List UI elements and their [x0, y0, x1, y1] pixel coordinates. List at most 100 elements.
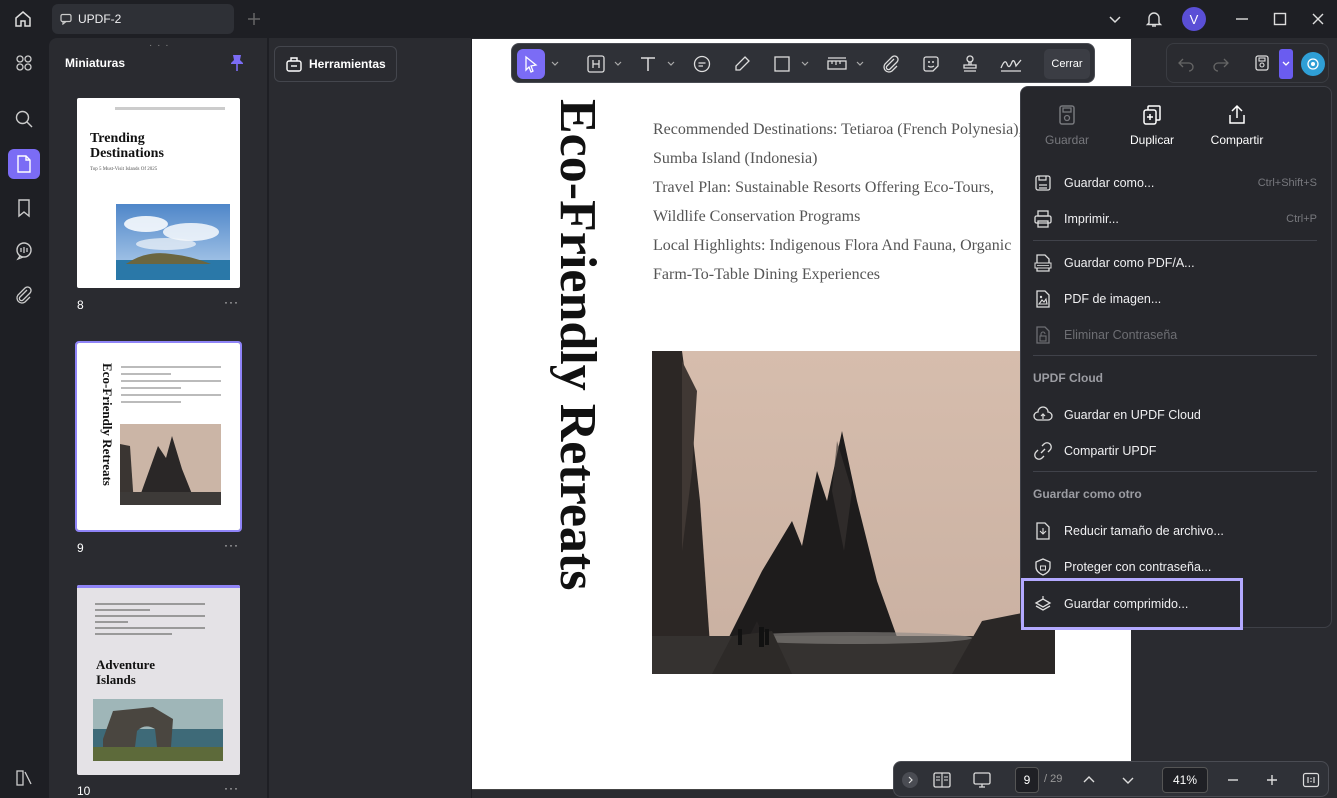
comment-icon: [693, 55, 711, 73]
shape-tool-button[interactable]: [770, 49, 794, 79]
rail-attachments-button[interactable]: [8, 280, 40, 310]
textbox-tool-button[interactable]: [584, 49, 608, 79]
tools-button[interactable]: Herramientas: [274, 46, 397, 82]
sticker-tool-button[interactable]: [919, 49, 943, 79]
new-tab-button[interactable]: [244, 9, 264, 29]
rail-organize-button[interactable]: [8, 48, 40, 78]
chevron-down-icon[interactable]: [855, 59, 865, 69]
thumb-subtitle: Top 5 Must-Visit Islands Of 2025: [90, 167, 158, 172]
menu-protect[interactable]: Proteger con contraseña...: [1033, 552, 1323, 582]
avatar[interactable]: V: [1182, 7, 1206, 31]
thumbnail-more-button[interactable]: ···: [224, 295, 239, 309]
menu-save-button[interactable]: Guardar: [1027, 97, 1107, 147]
undo-button[interactable]: [1177, 54, 1195, 72]
prev-page-button[interactable]: [1078, 768, 1100, 792]
highlight-tool-button[interactable]: [730, 49, 754, 79]
menu-duplicate-button[interactable]: Duplicar: [1112, 97, 1192, 147]
close-toolbar-button[interactable]: Cerrar: [1044, 49, 1090, 79]
chevron-down-icon[interactable]: [800, 59, 810, 69]
collapse-bar-button[interactable]: [902, 772, 918, 788]
attach-tool-button[interactable]: [879, 49, 903, 79]
rail-comments-button[interactable]: [8, 236, 40, 266]
panel-resize-handle[interactable]: · · ·: [149, 40, 170, 51]
edit-toolbar: Cerrar: [511, 43, 1095, 83]
stamp-tool-button[interactable]: [958, 49, 982, 79]
save-dropdown-button[interactable]: [1279, 49, 1293, 79]
tab-title: UPDF-2: [78, 12, 122, 26]
vertical-title-wrap: Eco-Friendly Retreats: [527, 99, 607, 679]
thumbnail-page-8[interactable]: Trending Destinations Top 5 Must-Visit I…: [77, 98, 240, 288]
save-options-button[interactable]: [1253, 54, 1271, 72]
menu-share-button[interactable]: Compartir: [1197, 97, 1277, 147]
printer-icon: [1034, 210, 1052, 228]
right-toolbar: [1166, 43, 1329, 83]
text-tool-button[interactable]: [636, 49, 660, 79]
menu-save-cloud[interactable]: Guardar en UPDF Cloud: [1033, 400, 1323, 430]
grid-icon: [16, 55, 32, 71]
menu-remove-password[interactable]: Eliminar Contraseña: [1033, 320, 1323, 350]
measure-tool-button[interactable]: [824, 49, 850, 79]
thumb-vertical-title-wrap: Eco-Friendly Retreats: [85, 363, 115, 513]
select-tool-button[interactable]: [517, 49, 545, 79]
rail-bookmarks-button[interactable]: [8, 193, 40, 223]
maximize-button[interactable]: [1268, 8, 1292, 30]
thumbnail-page-10[interactable]: Adventure Islands: [77, 585, 240, 775]
rail-thumbnails-button[interactable]: [8, 149, 40, 179]
menu-share-updf[interactable]: Compartir UPDF: [1033, 436, 1323, 466]
thumbnail-more-button[interactable]: ···: [224, 538, 239, 552]
zoom-level-input[interactable]: 41%: [1162, 767, 1208, 793]
menu-save-pdfa[interactable]: Guardar como PDF/A...: [1033, 248, 1323, 278]
menu-separator: [1033, 471, 1317, 472]
page-icon: [17, 155, 31, 173]
save-menu: Guardar Duplicar Compartir Guardar como.…: [1020, 86, 1332, 630]
thumb-top-accent: [77, 585, 240, 588]
document-tab[interactable]: UPDF-2: [52, 4, 234, 34]
thumbnail-page-number: 10: [77, 784, 91, 798]
comment-tool-button[interactable]: [690, 49, 714, 79]
pin-panel-button[interactable]: [229, 54, 245, 72]
menu-save-pdfa-label: Guardar como PDF/A...: [1064, 256, 1195, 270]
page-number-input[interactable]: 9: [1015, 767, 1039, 793]
thumbnail-page-9[interactable]: Eco-Friendly Retreats: [75, 341, 242, 532]
thumbnail-page-number: 9: [77, 541, 84, 555]
ai-assistant-icon: [1307, 58, 1319, 70]
cloud-upload-icon: [1033, 406, 1053, 421]
menu-save-as-shortcut: Ctrl+Shift+S: [1257, 177, 1317, 189]
actual-size-button[interactable]: [1300, 768, 1322, 792]
menu-save-as[interactable]: Guardar como... Ctrl+Shift+S: [1033, 168, 1323, 198]
menu-duplicate-label: Duplicar: [1129, 133, 1174, 147]
ruler-icon: [827, 57, 847, 70]
tools-label: Herramientas: [309, 57, 386, 71]
menu-print-label: Imprimir...: [1064, 212, 1119, 226]
minimize-button[interactable]: [1230, 8, 1254, 30]
next-page-button[interactable]: [1117, 768, 1139, 792]
zoom-out-button[interactable]: [1222, 768, 1244, 792]
presentation-icon: [973, 772, 991, 788]
home-icon: [15, 11, 31, 27]
redo-button[interactable]: [1212, 54, 1230, 72]
zoom-in-button[interactable]: [1261, 768, 1283, 792]
menu-reduce-size[interactable]: Reducir tamaño de archivo...: [1033, 516, 1323, 546]
rail-search-button[interactable]: [8, 104, 40, 134]
ai-assistant-button[interactable]: [1301, 52, 1325, 76]
close-window-button[interactable]: [1306, 8, 1330, 30]
chevron-right-icon: [908, 776, 913, 784]
home-button[interactable]: [10, 7, 36, 31]
menu-print-shortcut: Ctrl+P: [1286, 213, 1317, 225]
menu-save-compressed[interactable]: Guardar comprimido...: [1021, 578, 1243, 630]
island-photo-thumbnail: [116, 204, 230, 280]
notifications-button[interactable]: [1142, 8, 1166, 30]
tabs-dropdown-button[interactable]: [1103, 8, 1127, 30]
compress-icon: [1034, 596, 1052, 611]
chevron-down-icon[interactable]: [550, 59, 560, 69]
reading-mode-button[interactable]: [930, 768, 954, 792]
menu-pdf-image[interactable]: PDF de imagen...: [1033, 284, 1323, 314]
thumbnail-more-button[interactable]: ···: [224, 781, 239, 795]
rail-layers-button[interactable]: [8, 763, 40, 793]
chevron-down-icon[interactable]: [666, 59, 676, 69]
presentation-button[interactable]: [970, 768, 994, 792]
chevron-down-icon[interactable]: [613, 59, 623, 69]
signature-tool-button[interactable]: [997, 49, 1025, 79]
chevron-down-icon: [1109, 16, 1121, 24]
menu-print[interactable]: Imprimir... Ctrl+P: [1033, 204, 1323, 234]
